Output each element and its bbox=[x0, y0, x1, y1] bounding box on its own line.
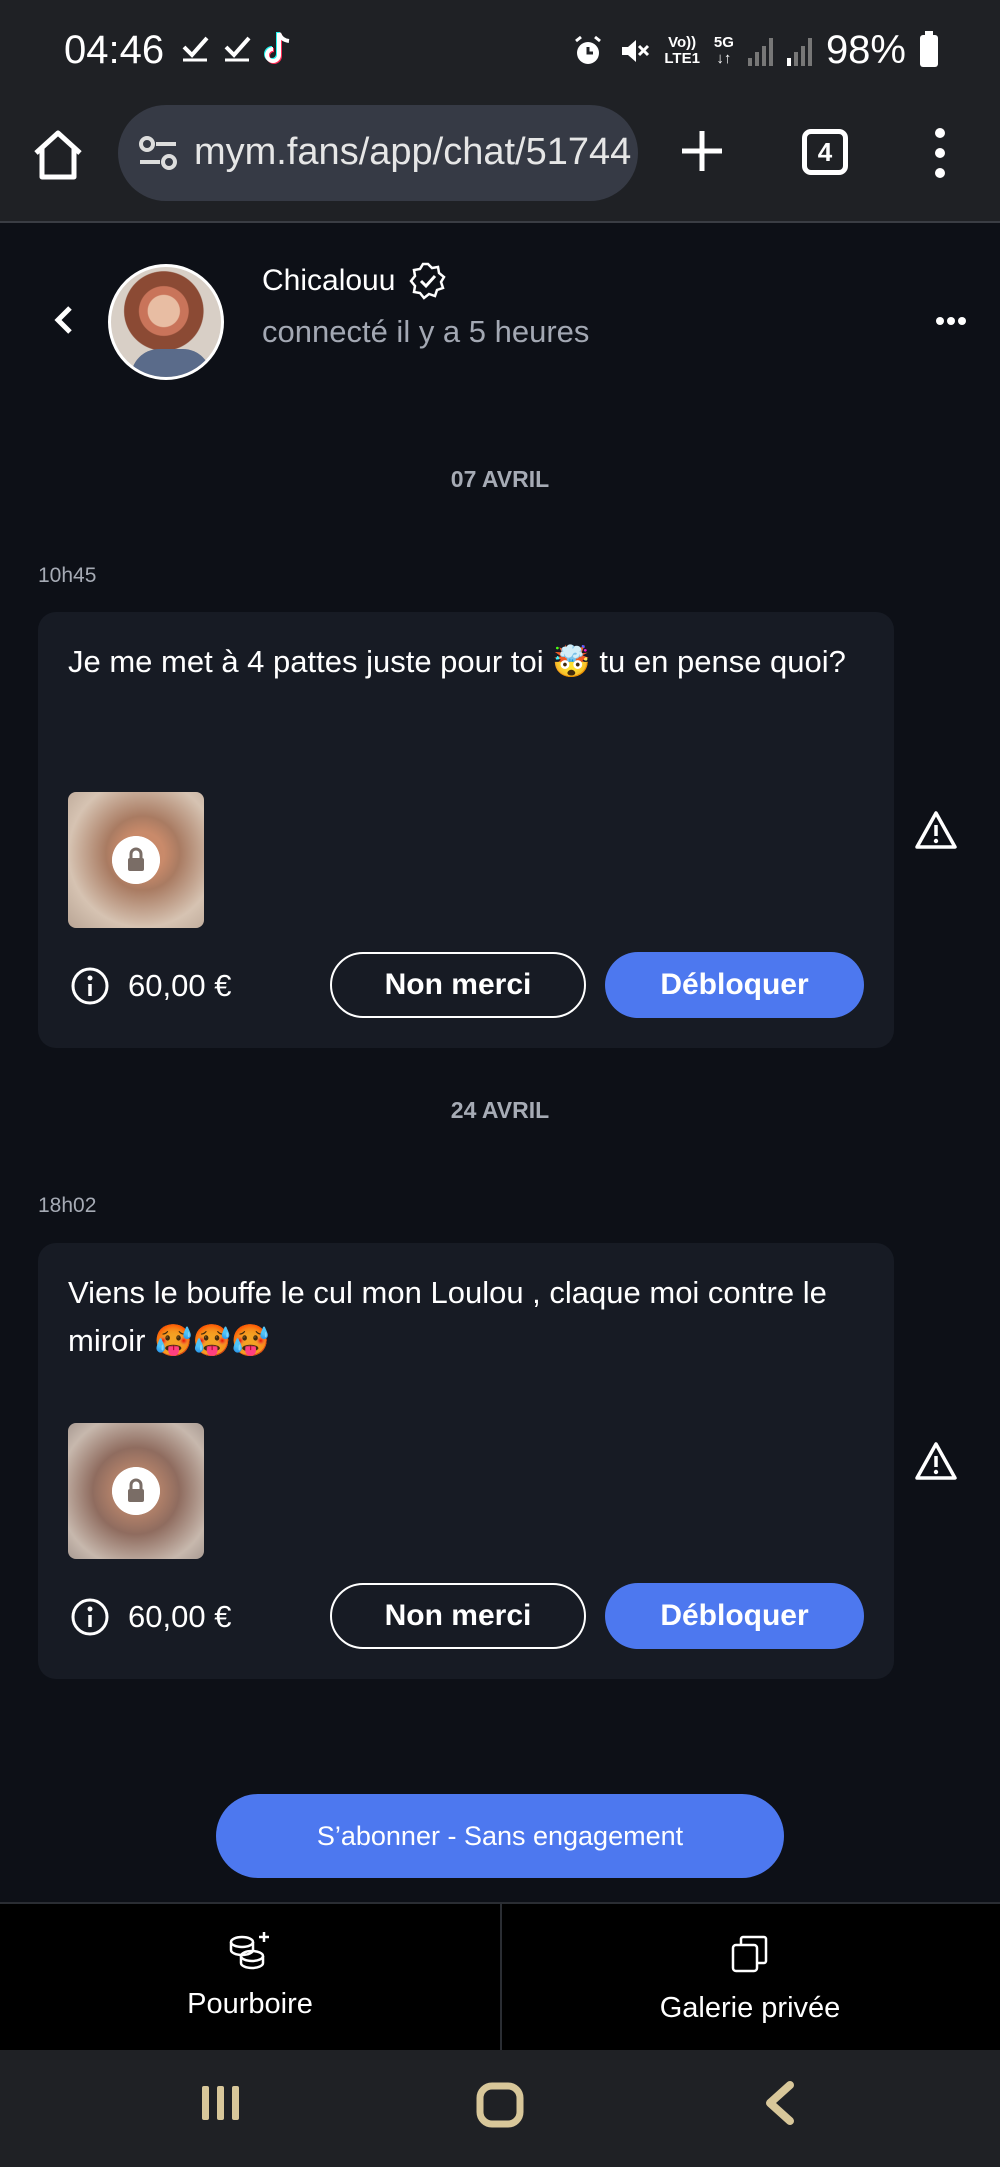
info-icon[interactable] bbox=[70, 966, 110, 1006]
tab-switcher-button[interactable]: 4 bbox=[802, 129, 848, 175]
price-row: 60,00 € bbox=[70, 1597, 231, 1637]
signal-icon bbox=[786, 36, 812, 66]
message-time: 18h02 bbox=[38, 1194, 97, 1217]
date-separator: 07 AVRIL bbox=[450, 466, 550, 492]
status-bar: 04:46 Vo)) LTE1 5G ↓↑ 98% bbox=[0, 0, 1000, 105]
private-gallery-tab[interactable]: Galerie privée bbox=[500, 1904, 1000, 2050]
volte-indicator: Vo)) LTE1 bbox=[664, 33, 700, 67]
back-nav-icon[interactable] bbox=[760, 2080, 800, 2126]
tip-label: Pourboire bbox=[187, 1988, 313, 2020]
network-indicator: 5G ↓↑ bbox=[713, 33, 734, 67]
message-time: 10h45 bbox=[38, 564, 97, 587]
paid-message-card: Je me met à 4 pattes juste pour toi 🤯 tu… bbox=[38, 612, 894, 1048]
site-settings-icon[interactable] bbox=[138, 135, 178, 171]
decline-button[interactable]: Non merci bbox=[330, 952, 586, 1018]
message-text: Je me met à 4 pattes juste pour toi 🤯 tu… bbox=[68, 644, 846, 679]
price-label: 60,00 € bbox=[128, 968, 232, 1003]
bottom-tab-bar: Pourboire Galerie privée bbox=[0, 1902, 1000, 2050]
gallery-copy-icon bbox=[731, 1935, 768, 1973]
avatar[interactable] bbox=[108, 264, 224, 380]
tiktok-icon bbox=[264, 32, 290, 64]
coins-plus-icon bbox=[229, 1932, 269, 1970]
locked-media-thumbnail[interactable] bbox=[68, 792, 204, 928]
notification-icons bbox=[180, 30, 294, 64]
verified-badge-icon bbox=[409, 262, 447, 300]
profile-name-row[interactable]: Chicalouu bbox=[262, 262, 447, 300]
price-row: 60,00 € bbox=[70, 966, 231, 1006]
more-horiz-icon[interactable] bbox=[936, 316, 966, 326]
home-nav-icon[interactable] bbox=[475, 2080, 525, 2130]
date-separator: 24 AVRIL bbox=[450, 1097, 550, 1123]
check-icon bbox=[224, 36, 251, 62]
lock-icon bbox=[112, 1467, 160, 1515]
mute-icon bbox=[622, 39, 650, 62]
browser-toolbar: mym.fans/app/chat/51744 4 bbox=[0, 105, 1000, 223]
system-icons: Vo)) LTE1 5G ↓↑ 98% bbox=[572, 28, 938, 73]
report-warning-icon[interactable] bbox=[914, 1441, 958, 1481]
back-chevron-icon[interactable] bbox=[50, 302, 80, 338]
status-time: 04:46 bbox=[64, 28, 165, 72]
address-bar[interactable]: mym.fans/app/chat/51744 bbox=[118, 105, 638, 201]
private-gallery-label: Galerie privée bbox=[659, 1992, 841, 2024]
signal-icon bbox=[747, 36, 773, 66]
paid-message-card: Viens le bouffe le cul mon Loulou , claq… bbox=[38, 1243, 894, 1679]
lock-icon bbox=[112, 836, 160, 884]
message-text: Viens le bouffe le cul mon Loulou , claq… bbox=[68, 1275, 827, 1358]
subscribe-button[interactable]: S’abonner - Sans engagement bbox=[216, 1794, 784, 1878]
report-warning-icon[interactable] bbox=[914, 810, 958, 850]
price-label: 60,00 € bbox=[128, 1599, 232, 1634]
more-vert-icon[interactable] bbox=[928, 127, 952, 179]
unlock-button[interactable]: Débloquer bbox=[605, 952, 864, 1018]
home-icon[interactable] bbox=[30, 127, 86, 183]
info-icon[interactable] bbox=[70, 1597, 110, 1637]
system-navigation-bar bbox=[0, 2050, 1000, 2167]
decline-button[interactable]: Non merci bbox=[330, 1583, 586, 1649]
tip-tab[interactable]: Pourboire bbox=[0, 1904, 500, 2050]
battery-percent: 98% bbox=[825, 28, 906, 72]
recent-apps-icon[interactable] bbox=[198, 2080, 244, 2126]
new-tab-icon[interactable] bbox=[678, 127, 726, 175]
username: Chicalouu bbox=[262, 264, 396, 297]
url-text: mym.fans/app/chat/51744 bbox=[194, 131, 632, 173]
locked-media-thumbnail[interactable] bbox=[68, 1423, 204, 1559]
alarm-icon bbox=[575, 35, 602, 64]
online-status: connecté il y a 5 heures bbox=[262, 314, 590, 349]
unlock-button[interactable]: Débloquer bbox=[605, 1583, 864, 1649]
battery-icon bbox=[920, 30, 938, 67]
check-icon bbox=[182, 36, 209, 62]
